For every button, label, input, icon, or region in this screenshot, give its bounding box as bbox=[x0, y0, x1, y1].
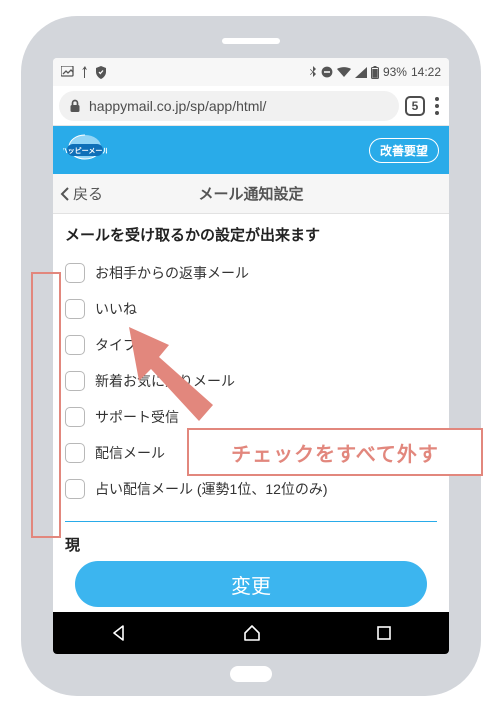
option-label: 配信メール bbox=[95, 443, 165, 463]
chevron-left-icon bbox=[59, 186, 71, 202]
checkbox[interactable] bbox=[65, 263, 85, 283]
checkbox[interactable] bbox=[65, 407, 85, 427]
submit-row: 変更 bbox=[65, 561, 437, 607]
signal-icon bbox=[355, 67, 367, 78]
wifi-icon bbox=[337, 67, 351, 78]
checkbox[interactable] bbox=[65, 443, 85, 463]
phone-frame: 93% 14:22 happymail.co.jp/sp/app/html/ 5 bbox=[21, 16, 481, 696]
list-item: サポート受信 bbox=[65, 399, 437, 435]
back-button[interactable]: 戻る bbox=[53, 183, 103, 204]
list-item: 新着お気に入りメール bbox=[65, 363, 437, 399]
battery-percent: 93% bbox=[383, 65, 407, 79]
shield-icon bbox=[95, 66, 107, 79]
checkbox[interactable] bbox=[65, 299, 85, 319]
app-header: ハッピーメール 改善要望 bbox=[53, 126, 449, 174]
list-item: タイプ bbox=[65, 327, 437, 363]
battery-icon bbox=[371, 66, 379, 79]
option-label: 占い配信メール (運勢1位、12位のみ) bbox=[95, 479, 328, 499]
tab-count[interactable]: 5 bbox=[405, 96, 425, 116]
list-item: いいね bbox=[65, 291, 437, 327]
tab-count-number: 5 bbox=[412, 99, 419, 113]
menu-icon[interactable] bbox=[431, 93, 443, 119]
section2-heading: 現 bbox=[65, 521, 437, 555]
browser-bar: happymail.co.jp/sp/app/html/ 5 bbox=[53, 86, 449, 126]
nav-home-icon[interactable] bbox=[242, 623, 262, 643]
app-logo[interactable]: ハッピーメール bbox=[63, 133, 107, 167]
android-nav-bar bbox=[53, 612, 449, 654]
list-item: 配信メール bbox=[65, 435, 437, 471]
nav-recents-icon[interactable] bbox=[375, 624, 393, 642]
status-bar: 93% 14:22 bbox=[53, 58, 449, 86]
svg-text:ハッピーメール: ハッピーメール bbox=[63, 146, 107, 155]
checkbox[interactable] bbox=[65, 335, 85, 355]
status-left bbox=[61, 66, 107, 79]
back-label: 戻る bbox=[73, 183, 103, 204]
clock: 14:22 bbox=[411, 65, 441, 79]
lock-icon bbox=[69, 99, 81, 113]
checkbox[interactable] bbox=[65, 371, 85, 391]
submit-button[interactable]: 変更 bbox=[75, 561, 427, 607]
screen: 93% 14:22 happymail.co.jp/sp/app/html/ 5 bbox=[53, 58, 449, 654]
option-label: お相手からの返事メール bbox=[95, 263, 249, 283]
phone-speaker bbox=[222, 38, 280, 44]
nav-back-icon[interactable] bbox=[109, 623, 129, 643]
checkbox[interactable] bbox=[65, 479, 85, 499]
list-item: 占い配信メール (運勢1位、12位のみ) bbox=[65, 471, 437, 507]
image-icon bbox=[61, 66, 75, 78]
option-label: いいね bbox=[95, 299, 137, 319]
url-text: happymail.co.jp/sp/app/html/ bbox=[89, 98, 389, 114]
option-label: 新着お気に入りメール bbox=[95, 371, 235, 391]
content: メールを受け取るかの設定が出来ます お相手からの返事メール いいね タイプ 新着… bbox=[53, 214, 449, 612]
option-label: タイプ bbox=[95, 335, 137, 355]
url-box[interactable]: happymail.co.jp/sp/app/html/ bbox=[59, 91, 399, 121]
page-title: メール通知設定 bbox=[198, 183, 303, 204]
bluetooth-icon bbox=[309, 66, 317, 79]
status-right: 93% 14:22 bbox=[309, 65, 441, 79]
content-heading: メールを受け取るかの設定が出来ます bbox=[65, 224, 437, 245]
option-label: サポート受信 bbox=[95, 407, 179, 427]
notif-icon bbox=[80, 66, 90, 78]
phone-home-button bbox=[230, 666, 272, 682]
list-item: お相手からの返事メール bbox=[65, 255, 437, 291]
dnd-icon bbox=[321, 66, 333, 78]
improve-button[interactable]: 改善要望 bbox=[369, 138, 439, 163]
sub-header: 戻る メール通知設定 bbox=[53, 174, 449, 214]
